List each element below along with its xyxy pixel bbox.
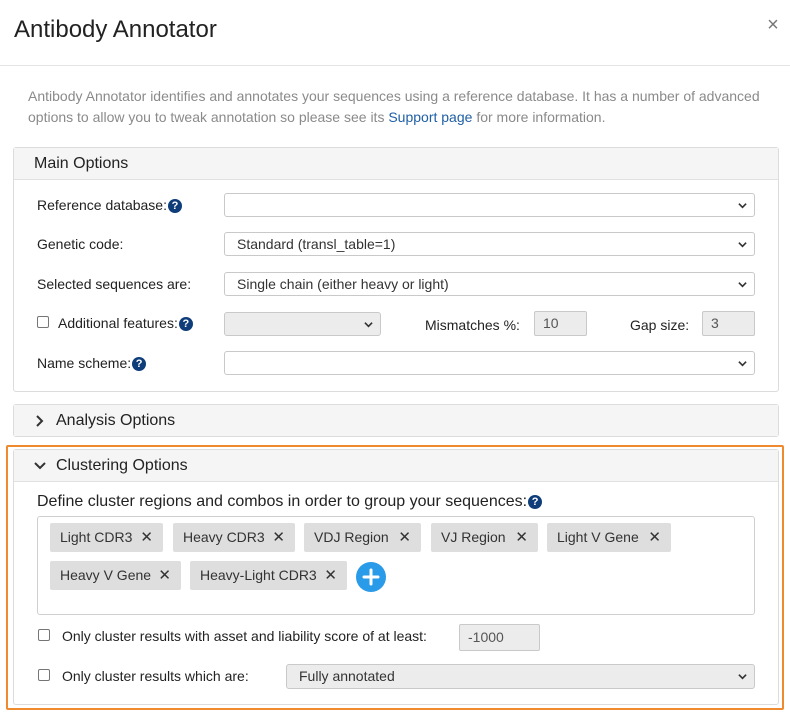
additional-features-select[interactable] — [224, 312, 381, 336]
main-options-header: Main Options — [14, 148, 778, 180]
chevron-right-icon — [36, 415, 44, 427]
gap-size-input[interactable]: 3 — [702, 311, 755, 336]
help-icon[interactable]: ? — [132, 357, 147, 371]
additional-features-label: Additional features:? — [58, 315, 193, 331]
mismatches-input[interactable]: 10 — [534, 311, 587, 336]
additional-features-label-text: Additional features: — [58, 315, 178, 331]
name-scheme-label: Name scheme:? — [37, 355, 147, 371]
reference-database-select[interactable] — [224, 193, 755, 217]
chevron-down-icon — [738, 203, 747, 209]
description: Antibody Annotator identifies and annota… — [28, 86, 768, 128]
header-divider — [0, 65, 790, 66]
selected-sequences-select[interactable]: Single chain (either heavy or light) — [224, 272, 755, 296]
analysis-options-header[interactable]: Analysis Options — [14, 405, 778, 436]
chevron-down-icon — [738, 282, 747, 288]
support-page-link[interactable]: Support page — [388, 109, 472, 125]
description-suffix: for more information. — [476, 109, 606, 125]
help-icon[interactable]: ? — [167, 199, 182, 213]
help-icon[interactable]: ? — [178, 317, 193, 331]
chevron-down-icon — [738, 242, 747, 248]
selected-sequences-label: Selected sequences are: — [37, 276, 192, 292]
mismatches-label: Mismatches %: — [425, 317, 520, 333]
genetic-code-select[interactable]: Standard (transl_table=1) — [224, 232, 755, 256]
name-scheme-select[interactable] — [224, 351, 755, 375]
genetic-code-value: Standard (transl_table=1) — [237, 236, 396, 252]
name-scheme-label-text: Name scheme: — [37, 355, 132, 371]
genetic-code-label: Genetic code: — [37, 236, 124, 252]
additional-features-checkbox[interactable] — [37, 316, 49, 328]
dialog-title: Antibody Annotator — [14, 16, 217, 43]
gap-size-label: Gap size: — [630, 317, 690, 333]
reference-database-label: Reference database:? — [37, 197, 182, 213]
clustering-highlight-frame — [6, 445, 784, 710]
selected-sequences-value: Single chain (either heavy or light) — [237, 276, 449, 292]
reference-database-label-text: Reference database: — [37, 197, 167, 213]
chevron-down-icon — [364, 322, 373, 328]
analysis-options-title: Analysis Options — [56, 412, 176, 429]
analysis-options-panel[interactable]: Analysis Options — [13, 404, 779, 437]
close-icon[interactable]: × — [764, 14, 782, 36]
chevron-down-icon — [738, 361, 747, 367]
